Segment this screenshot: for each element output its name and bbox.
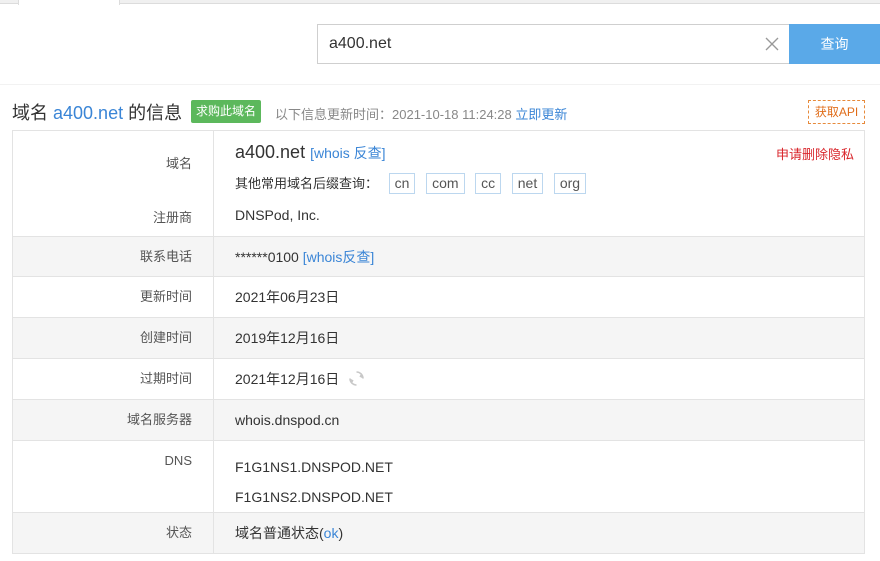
table-row-expires: 过期时间 2021年12月16日 bbox=[12, 359, 865, 400]
suffix-prompt: 其他常用域名后缀查询： bbox=[235, 176, 379, 191]
suffix-query: 其他常用域名后缀查询： cn com cc net org bbox=[235, 173, 587, 194]
privacy-removal-link[interactable]: 申请删除隐私 bbox=[776, 144, 854, 163]
phone-label: 联系电话 bbox=[13, 237, 214, 276]
header-divider bbox=[0, 84, 880, 85]
created-value: 2019年12月16日 bbox=[235, 330, 340, 346]
dns-server-2: F1G1NS2.DNSPOD.NET bbox=[235, 489, 393, 505]
search-button[interactable]: 查询 bbox=[789, 24, 880, 64]
expires-cell: 2021年12月16日 bbox=[214, 359, 864, 399]
status-label: 状态 bbox=[13, 513, 214, 553]
suffix-org[interactable]: org bbox=[553, 173, 587, 194]
expires-label: 过期时间 bbox=[13, 359, 214, 399]
get-api-button[interactable]: 获取API bbox=[808, 100, 865, 124]
row-values: a400.net [whois 反查] 申请删除隐私 其他常用域名后缀查询： c… bbox=[214, 131, 864, 236]
suffix-com[interactable]: com bbox=[426, 173, 465, 194]
suffix-cc[interactable]: cc bbox=[475, 173, 502, 194]
phone-whois-link[interactable]: [whois反查] bbox=[303, 249, 375, 265]
updated-value: 2021年06月23日 bbox=[235, 289, 340, 305]
table-row-status: 状态 域名普通状态(ok) bbox=[12, 513, 865, 554]
expires-value: 2021年12月16日 bbox=[235, 371, 340, 387]
buy-domain-button[interactable]: 求购此域名 bbox=[191, 100, 262, 123]
table-row-phone: 联系电话 ******0100 [whois反查] bbox=[12, 236, 865, 277]
table-row-domain: 域名 注册商 a400.net [whois 反查] 申请删除隐私 其他常用域名… bbox=[12, 131, 865, 236]
domain-label: 域名 bbox=[165, 156, 192, 171]
phone-value: ******0100 bbox=[235, 249, 299, 265]
suffix-cn[interactable]: cn bbox=[388, 173, 416, 194]
registrar-value: DNSPod, Inc. bbox=[235, 207, 320, 223]
domain-value-line: a400.net [whois 反查] bbox=[235, 142, 386, 163]
update-time-text: 以下信息更新时间：2021-10-18 11:24:28 bbox=[275, 107, 512, 122]
registrar-label: 注册商 bbox=[152, 210, 192, 225]
dns-server-1: F1G1NS1.DNSPOD.NET bbox=[235, 459, 393, 475]
refresh-icon[interactable] bbox=[348, 362, 365, 386]
created-label: 创建时间 bbox=[13, 318, 214, 358]
page-title: 域名 a400.net 的信息 bbox=[12, 99, 182, 125]
browser-tab-strip bbox=[0, 0, 880, 5]
table-row-dns: DNS F1G1NS1.DNSPOD.NET F1G1NS2.DNSPOD.NE… bbox=[12, 441, 865, 513]
title-domain: a400.net bbox=[53, 103, 124, 123]
dns-cell: F1G1NS1.DNSPOD.NET F1G1NS2.DNSPOD.NET bbox=[214, 441, 864, 512]
status-cell: 域名普通状态(ok) bbox=[214, 513, 864, 553]
table-row-created: 创建时间 2019年12月16日 bbox=[12, 318, 865, 359]
dns-label: DNS bbox=[13, 441, 214, 512]
status-suffix: ) bbox=[338, 525, 344, 541]
search-input[interactable] bbox=[318, 25, 748, 63]
status-ok-link[interactable]: ok bbox=[324, 525, 339, 541]
close-icon[interactable] bbox=[762, 34, 782, 54]
search-box bbox=[317, 24, 789, 64]
suffix-net[interactable]: net bbox=[511, 173, 544, 194]
active-tab[interactable] bbox=[18, 0, 120, 5]
table-row-nameserver: 域名服务器 whois.dnspod.cn bbox=[12, 400, 865, 441]
nameserver-label: 域名服务器 bbox=[13, 400, 214, 440]
update-now-link[interactable]: 立即更新 bbox=[515, 107, 567, 122]
update-info: 以下信息更新时间：2021-10-18 11:24:28 立即更新 bbox=[275, 104, 567, 123]
table-row-updated: 更新时间 2021年06月23日 bbox=[12, 277, 865, 318]
whois-reverse-link[interactable]: [whois 反查] bbox=[310, 145, 385, 161]
domain-value: a400.net bbox=[235, 142, 306, 162]
whois-info-table: 域名 注册商 a400.net [whois 反查] 申请删除隐私 其他常用域名… bbox=[12, 130, 865, 554]
title-suffix: 的信息 bbox=[128, 103, 183, 123]
status-prefix: 域名普通状态( bbox=[235, 525, 324, 541]
phone-cell: ******0100 [whois反查] bbox=[214, 237, 864, 276]
row-labels: 域名 注册商 bbox=[13, 131, 214, 236]
updated-label: 更新时间 bbox=[13, 277, 214, 317]
title-prefix: 域名 bbox=[12, 103, 48, 123]
nameserver-value: whois.dnspod.cn bbox=[235, 412, 340, 428]
